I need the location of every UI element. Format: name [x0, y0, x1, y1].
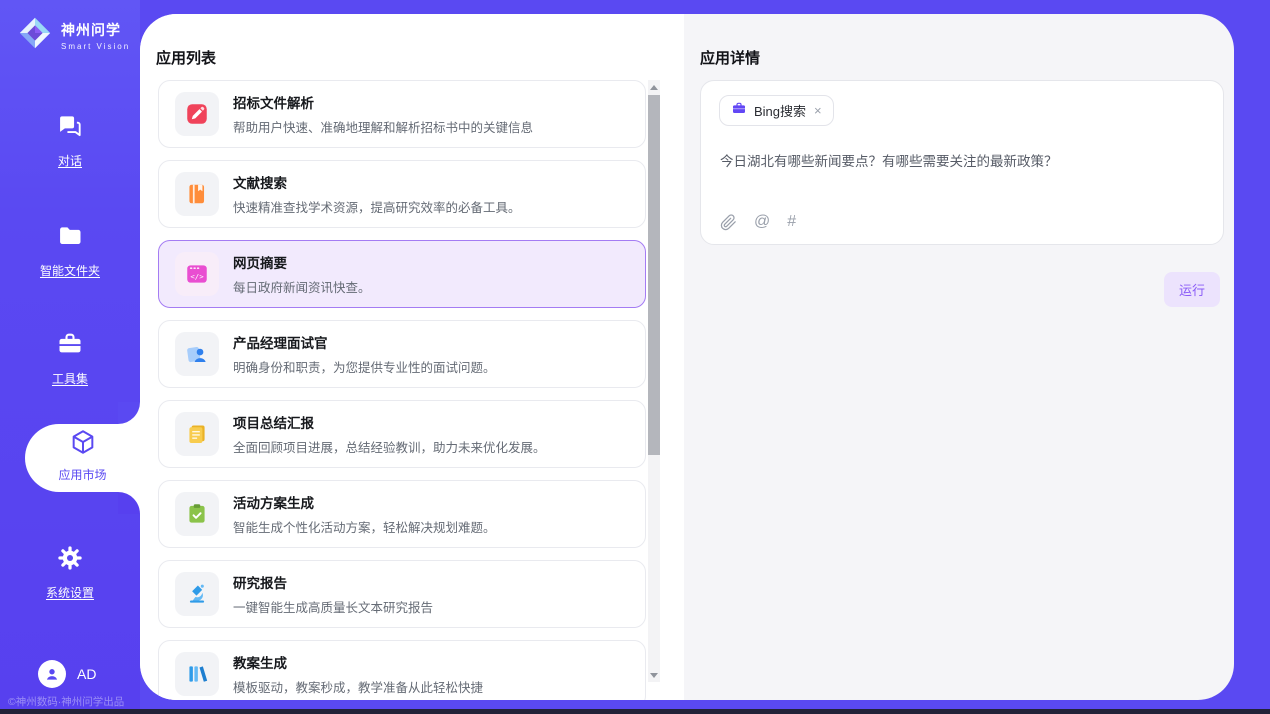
tag-label: Bing搜索 — [754, 101, 806, 120]
sidebar-item-label: 应用市场 — [58, 466, 106, 483]
app-card-lesson-plan[interactable]: 教案生成 模板驱动，教案秒成，教学准备从此轻松快捷 — [158, 640, 646, 700]
active-tab-flare-top — [118, 402, 140, 424]
svg-text:</>: </> — [190, 272, 204, 281]
app-card-desc: 全面回顾项目进展，总结经验教训，助力未来优化发展。 — [233, 437, 546, 456]
book-icon — [175, 172, 219, 216]
scrollbar-down-arrow[interactable] — [648, 668, 660, 682]
brand-subtitle: Smart Vision — [61, 42, 130, 51]
app-card-desc: 快速精准查找学术资源，提高研究效率的必备工具。 — [233, 197, 521, 216]
gear-icon — [56, 544, 84, 577]
tool-tag-bing-search[interactable]: Bing搜索 × — [719, 95, 834, 126]
app-card-name: 研究报告 — [233, 572, 433, 592]
browser-code-icon: </> — [175, 252, 219, 296]
interviewer-icon — [175, 332, 219, 376]
app-card-pm-interviewer[interactable]: 产品经理面试官 明确身份和职责，为您提供专业性的面试问题。 — [158, 320, 646, 388]
at-icon[interactable]: @ — [754, 213, 770, 231]
brand-name: 神州问学 — [61, 20, 130, 40]
books-icon — [175, 652, 219, 696]
app-card-name: 招标文件解析 — [233, 92, 533, 112]
editor-toolbar: @ # — [720, 213, 796, 231]
active-tab-flare-bottom — [118, 492, 140, 514]
app-card-desc: 每日政府新闻资讯快查。 — [233, 277, 371, 296]
app-card-project-summary[interactable]: 项目总结汇报 全面回顾项目进展，总结经验教训，助力未来优化发展。 — [158, 400, 646, 468]
prompt-text[interactable]: 今日湖北有哪些新闻要点？有哪些需要关注的最新政策？ — [720, 150, 1205, 170]
app-card-name: 文献搜索 — [233, 172, 521, 192]
window-bottom-edge — [0, 709, 1270, 714]
app-list: 招标文件解析 帮助用户快速、准确地理解和解析招标书中的关键信息 文献搜索 快速精… — [158, 80, 646, 700]
sidebar-item-toolset[interactable]: 工具集 — [0, 330, 140, 387]
chat-icon — [56, 112, 84, 145]
gem-logo-icon — [16, 14, 54, 57]
brand-logo: 神州问学 Smart Vision — [16, 14, 130, 57]
app-card-desc: 明确身份和职责，为您提供专业性的面试问题。 — [233, 357, 496, 376]
copyright-footer: ©神州数码·神州问学出品 — [8, 694, 124, 709]
app-card-event-plan[interactable]: 活动方案生成 智能生成个性化活动方案，轻松解决规划难题。 — [158, 480, 646, 548]
scrollbar-thumb[interactable] — [648, 95, 660, 455]
app-card-name: 产品经理面试官 — [233, 332, 496, 352]
notes-icon — [175, 412, 219, 456]
sidebar-item-chat[interactable]: 对话 — [0, 112, 140, 169]
folder-icon — [56, 222, 84, 255]
app-card-desc: 帮助用户快速、准确地理解和解析招标书中的关键信息 — [233, 117, 533, 136]
app-card-web-summary[interactable]: </> 网页摘要 每日政府新闻资讯快查。 — [158, 240, 646, 308]
sidebar-item-label: 对话 — [58, 152, 82, 169]
app-card-name: 网页摘要 — [233, 252, 371, 272]
app-card-bid-analysis[interactable]: 招标文件解析 帮助用户快速、准确地理解和解析招标书中的关键信息 — [158, 80, 646, 148]
main-content: 应用列表 招标文件解析 帮助用户快速、准确地理解和解析招标书中的关键信息 — [140, 14, 1234, 700]
toolbox-icon — [56, 330, 84, 363]
app-detail-panel: 应用详情 Bing搜索 × 今日湖北有哪些新闻要点？有哪些需要关注的最新政策？ — [684, 14, 1234, 700]
app-card-desc: 模板驱动，教案秒成，教学准备从此轻松快捷 — [233, 677, 483, 696]
user-initials: AD — [77, 666, 96, 682]
sidebar-item-smart-folder[interactable]: 智能文件夹 — [0, 222, 140, 279]
run-button[interactable]: 运行 — [1164, 272, 1220, 307]
app-card-name: 项目总结汇报 — [233, 412, 546, 432]
avatar — [38, 660, 66, 688]
app-card-desc: 智能生成个性化活动方案，轻松解决规划难题。 — [233, 517, 496, 536]
sidebar-item-settings[interactable]: 系统设置 — [0, 544, 140, 601]
cube-icon — [69, 428, 97, 461]
close-icon[interactable]: × — [813, 104, 822, 117]
sidebar-item-label: 工具集 — [52, 370, 88, 387]
app-list-scrollbar[interactable] — [648, 80, 660, 682]
paperclip-icon[interactable] — [720, 214, 737, 231]
app-card-name: 教案生成 — [233, 652, 483, 672]
app-list-panel: 应用列表 招标文件解析 帮助用户快速、准确地理解和解析招标书中的关键信息 — [140, 14, 684, 700]
sidebar-item-label: 系统设置 — [46, 584, 94, 601]
app-card-name: 活动方案生成 — [233, 492, 496, 512]
edit-doc-icon — [175, 92, 219, 136]
sidebar-item-label: 智能文件夹 — [40, 262, 100, 279]
app-card-research-report[interactable]: 研究报告 一键智能生成高质量长文本研究报告 — [158, 560, 646, 628]
sidebar-item-app-market[interactable]: 应用市场 — [25, 428, 140, 488]
app-detail-title: 应用详情 — [700, 47, 760, 68]
scrollbar-up-arrow[interactable] — [648, 80, 660, 94]
briefcase-icon — [731, 100, 747, 121]
prompt-editor[interactable]: Bing搜索 × 今日湖北有哪些新闻要点？有哪些需要关注的最新政策？ @ # — [700, 80, 1224, 245]
hash-icon[interactable]: # — [787, 213, 796, 231]
app-list-title: 应用列表 — [156, 47, 216, 68]
app-card-desc: 一键智能生成高质量长文本研究报告 — [233, 597, 433, 616]
clipboard-check-icon — [175, 492, 219, 536]
user-account[interactable]: AD — [38, 660, 96, 688]
sidebar: 神州问学 Smart Vision 对话 智能文件夹 工具集 — [0, 0, 140, 714]
app-card-literature-search[interactable]: 文献搜索 快速精准查找学术资源，提高研究效率的必备工具。 — [158, 160, 646, 228]
research-report-icon — [175, 572, 219, 616]
